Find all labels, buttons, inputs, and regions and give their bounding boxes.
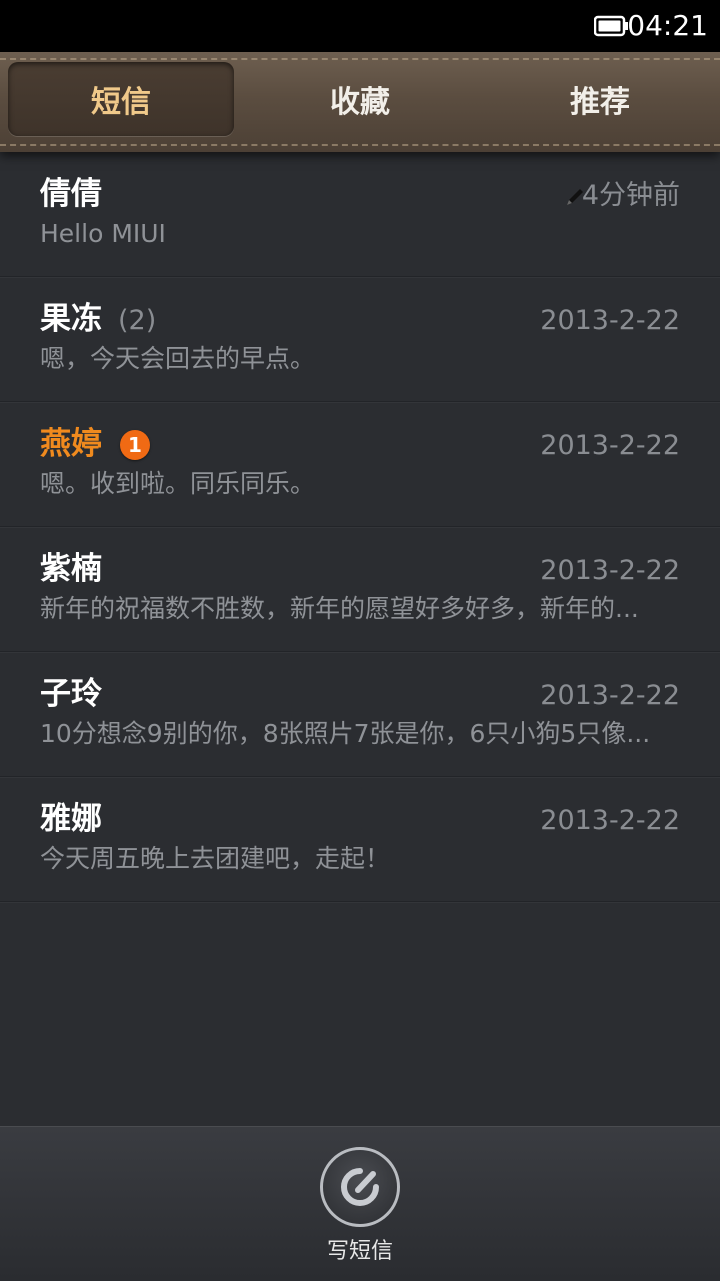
message-date: 2013-2-22 xyxy=(540,805,680,836)
status-bar: 04:21 xyxy=(0,0,720,52)
tab-bar: 短信 收藏 推荐 xyxy=(0,52,720,152)
message-date: 2013-2-22 xyxy=(540,305,680,336)
conversation-row[interactable]: 子玲 2013-2-22 10分想念9别的你，8张照片7张是你，6只小狗5只像.… xyxy=(0,652,720,777)
bottom-action-bar: 写短信 xyxy=(0,1126,720,1281)
battery-full-icon xyxy=(594,15,628,37)
conversation-row[interactable]: 燕婷 1 2013-2-22 嗯。收到啦。同乐同乐。 xyxy=(0,402,720,527)
contact-name: 子玲 xyxy=(40,676,102,712)
contact-name: 紫楠 xyxy=(40,551,102,587)
message-preview: 嗯，今天会回去的早点。 xyxy=(40,344,316,373)
message-count: (2) xyxy=(118,305,157,336)
message-preview: 新年的祝福数不胜数，新年的愿望好多好多，新年的... xyxy=(40,594,639,623)
compose-label[interactable]: 写短信 xyxy=(0,1233,720,1265)
compose-button[interactable] xyxy=(320,1147,400,1227)
message-date: 2013-2-22 xyxy=(540,555,680,586)
message-preview: 10分想念9别的你，8张照片7张是你，6只小狗5只像... xyxy=(40,719,651,748)
tab-messages[interactable]: 短信 xyxy=(8,62,234,136)
status-time: 04:21 xyxy=(627,9,708,42)
tab-bar-stitch-top xyxy=(0,58,720,60)
message-date: 2013-2-22 xyxy=(540,680,680,711)
message-preview: Hello MIUI xyxy=(40,219,166,248)
conversation-row[interactable]: 倩倩 4分钟前 Hello MIUI xyxy=(0,152,720,277)
contact-name: 果冻 xyxy=(40,301,102,337)
unread-badge: 1 xyxy=(120,430,150,460)
conversation-row[interactable]: 果冻 (2) 2013-2-22 嗯，今天会回去的早点。 xyxy=(0,277,720,402)
conversation-list: 倩倩 4分钟前 Hello MIUI 果冻 (2) 2013-2-22 嗯，今天… xyxy=(0,152,720,902)
contact-name: 燕婷 xyxy=(40,426,102,462)
tab-recommended[interactable]: 推荐 xyxy=(487,62,713,136)
conversation-row[interactable]: 雅娜 2013-2-22 今天周五晚上去团建吧，走起！ xyxy=(0,777,720,902)
conversation-row[interactable]: 紫楠 2013-2-22 新年的祝福数不胜数，新年的愿望好多好多，新年的... xyxy=(0,527,720,652)
compose-icon xyxy=(341,1168,379,1206)
message-preview: 嗯。收到啦。同乐同乐。 xyxy=(40,469,316,498)
message-date: 2013-2-22 xyxy=(540,430,680,461)
message-preview: 今天周五晚上去团建吧，走起！ xyxy=(40,844,391,873)
message-time: 4分钟前 xyxy=(581,180,680,211)
contact-name: 雅娜 xyxy=(40,801,102,837)
tab-bar-stitch-bottom xyxy=(0,144,720,146)
tab-favorites[interactable]: 收藏 xyxy=(247,62,473,136)
contact-name: 倩倩 xyxy=(40,176,102,212)
